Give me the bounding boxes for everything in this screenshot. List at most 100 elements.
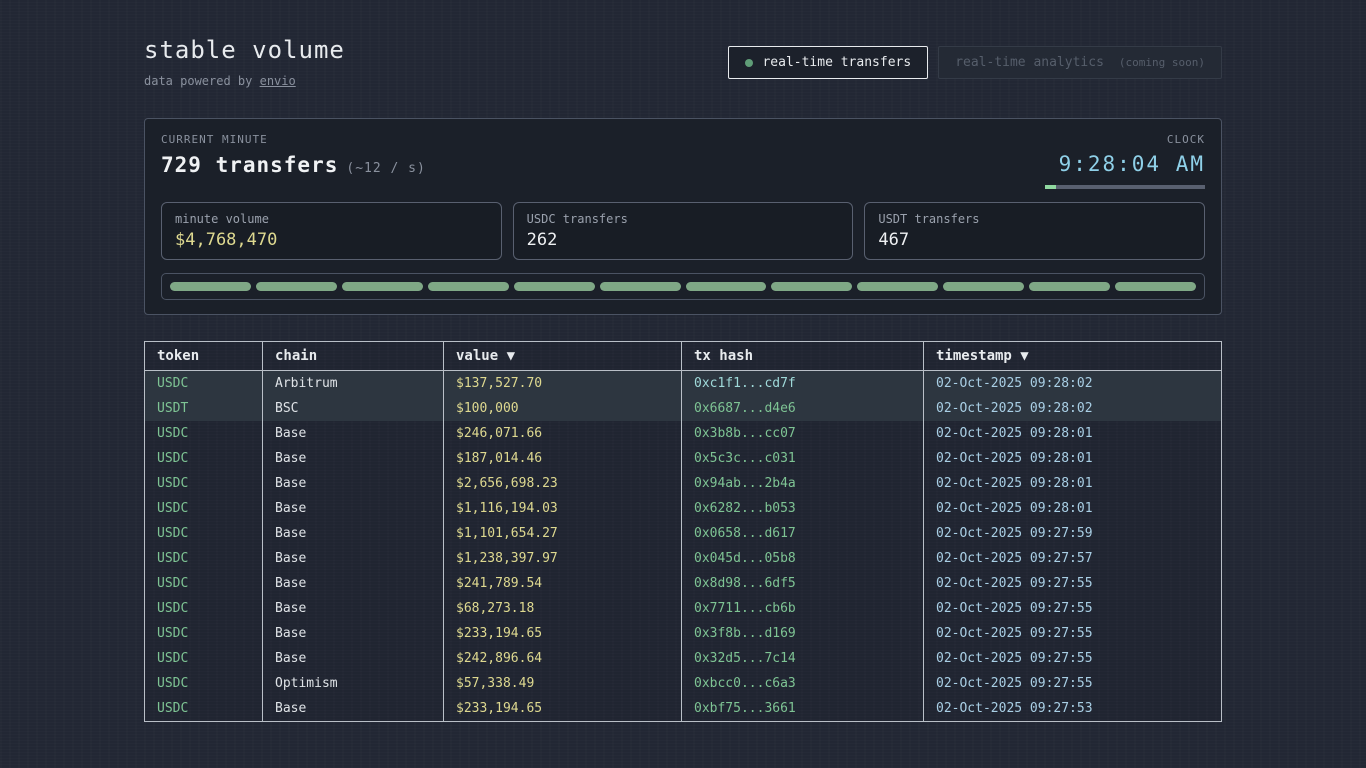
transfers-table: token chain value ▼ tx hash timestamp ▼ … xyxy=(144,341,1222,722)
current-minute-panel: CURRENT MINUTE 729 transfers (~12 / s) C… xyxy=(144,118,1222,315)
minute-segment xyxy=(514,282,595,291)
cell-value: $2,656,698.23 xyxy=(444,471,682,496)
transfer-row: USDCBase$187,014.460x5c3c...c03102-Oct-2… xyxy=(145,446,1222,471)
transfer-row: USDCBase$233,194.650x3f8b...d16902-Oct-2… xyxy=(145,621,1222,646)
transfer-row: USDCOptimism$57,338.490xbcc0...c6a302-Oc… xyxy=(145,671,1222,696)
transfer-row: USDCBase$246,071.660x3b8b...cc0702-Oct-2… xyxy=(145,421,1222,446)
cell-token: USDC xyxy=(145,646,263,671)
minute-segment xyxy=(943,282,1024,291)
cell-token: USDC xyxy=(145,671,263,696)
tx-hash-link[interactable]: 0xbf75...3661 xyxy=(682,696,924,722)
col-header-value-sort[interactable]: value ▼ xyxy=(444,342,682,371)
minute-segment xyxy=(686,282,767,291)
cell-timestamp: 02-Oct-2025 09:28:01 xyxy=(924,471,1222,496)
tab-real-time-analytics[interactable]: real-time analytics (coming soon) xyxy=(938,46,1222,79)
view-tabs: real-time transfers real-time analytics … xyxy=(728,46,1222,79)
tab-label: real-time analytics xyxy=(955,55,1104,70)
cell-timestamp: 02-Oct-2025 09:27:55 xyxy=(924,671,1222,696)
minute-segment xyxy=(771,282,852,291)
transfer-row: USDCBase$1,238,397.970x045d...05b802-Oct… xyxy=(145,546,1222,571)
minute-segment xyxy=(428,282,509,291)
transfer-row: USDCBase$1,116,194.030x6282...b05302-Oct… xyxy=(145,496,1222,521)
cell-chain: Base xyxy=(263,596,444,621)
cell-timestamp: 02-Oct-2025 09:28:02 xyxy=(924,396,1222,421)
cell-chain: Base xyxy=(263,521,444,546)
stat-subcards: minute volume $4,768,470 USDC transfers … xyxy=(161,202,1205,260)
cell-token: USDC xyxy=(145,571,263,596)
tx-hash-link[interactable]: 0x5c3c...c031 xyxy=(682,446,924,471)
tx-hash-link[interactable]: 0xc1f1...cd7f xyxy=(682,371,924,397)
cell-token: USDC xyxy=(145,471,263,496)
cell-chain: Base xyxy=(263,471,444,496)
page-header: stable volume data powered by envio real… xyxy=(144,36,1222,88)
transfer-row: USDCBase$233,194.650xbf75...366102-Oct-2… xyxy=(145,696,1222,722)
cell-timestamp: 02-Oct-2025 09:27:55 xyxy=(924,571,1222,596)
tx-hash-link[interactable]: 0x3f8b...d169 xyxy=(682,621,924,646)
minute-segment xyxy=(1115,282,1196,291)
transfer-row: USDCBase$1,101,654.270x0658...d61702-Oct… xyxy=(145,521,1222,546)
clock-label: CLOCK xyxy=(1045,133,1205,146)
tx-hash-link[interactable]: 0x6282...b053 xyxy=(682,496,924,521)
col-header-timestamp-sort[interactable]: timestamp ▼ xyxy=(924,342,1222,371)
tx-hash-link[interactable]: 0x7711...cb6b xyxy=(682,596,924,621)
cell-chain: Base xyxy=(263,621,444,646)
cell-token: USDC xyxy=(145,446,263,471)
tx-hash-link[interactable]: 0x0658...d617 xyxy=(682,521,924,546)
cell-token: USDC xyxy=(145,521,263,546)
stat-label: minute volume xyxy=(175,212,488,226)
transfers-count: 729 transfers xyxy=(161,153,338,177)
transfer-row: USDCBase$242,896.640x32d5...7c1402-Oct-2… xyxy=(145,646,1222,671)
cell-value: $187,014.46 xyxy=(444,446,682,471)
col-header-tx-hash: tx hash xyxy=(682,342,924,371)
col-header-token: token xyxy=(145,342,263,371)
cell-value: $1,116,194.03 xyxy=(444,496,682,521)
cell-value: $233,194.65 xyxy=(444,696,682,722)
table-header-row: token chain value ▼ tx hash timestamp ▼ xyxy=(145,342,1222,371)
minute-segment xyxy=(600,282,681,291)
cell-timestamp: 02-Oct-2025 09:28:01 xyxy=(924,446,1222,471)
cell-token: USDC xyxy=(145,621,263,646)
cell-chain: Base xyxy=(263,571,444,596)
cell-token: USDC xyxy=(145,496,263,521)
tx-hash-link[interactable]: 0x6687...d4e6 xyxy=(682,396,924,421)
stat-value: $4,768,470 xyxy=(175,230,488,250)
transfer-row: USDCBase$2,656,698.230x94ab...2b4a02-Oct… xyxy=(145,471,1222,496)
stats-top-row: CURRENT MINUTE 729 transfers (~12 / s) C… xyxy=(161,133,1205,189)
cell-timestamp: 02-Oct-2025 09:28:01 xyxy=(924,496,1222,521)
stat-value: 262 xyxy=(527,230,840,250)
tab-label: real-time transfers xyxy=(762,55,911,70)
cell-timestamp: 02-Oct-2025 09:27:55 xyxy=(924,621,1222,646)
cell-timestamp: 02-Oct-2025 09:27:59 xyxy=(924,521,1222,546)
cell-value: $68,273.18 xyxy=(444,596,682,621)
cell-value: $1,101,654.27 xyxy=(444,521,682,546)
stat-label: USDC transfers xyxy=(527,212,840,226)
cell-chain: Base xyxy=(263,696,444,722)
cell-chain: Base xyxy=(263,646,444,671)
minute-progress-fill xyxy=(1045,185,1056,189)
tx-hash-link[interactable]: 0xbcc0...c6a3 xyxy=(682,671,924,696)
cell-timestamp: 02-Oct-2025 09:27:55 xyxy=(924,596,1222,621)
cell-timestamp: 02-Oct-2025 09:27:57 xyxy=(924,546,1222,571)
transfers-rate: (~12 / s) xyxy=(346,161,425,176)
cell-timestamp: 02-Oct-2025 09:28:02 xyxy=(924,371,1222,397)
minute-segment xyxy=(857,282,938,291)
envio-link[interactable]: envio xyxy=(260,74,296,88)
cell-timestamp: 02-Oct-2025 09:28:01 xyxy=(924,421,1222,446)
minute-volume-card: minute volume $4,768,470 xyxy=(161,202,502,260)
transfers-table-body: USDCArbitrum$137,527.700xc1f1...cd7f02-O… xyxy=(145,371,1222,722)
cell-token: USDC xyxy=(145,546,263,571)
tab-real-time-transfers[interactable]: real-time transfers xyxy=(728,46,928,79)
tx-hash-link[interactable]: 0x32d5...7c14 xyxy=(682,646,924,671)
page-title: stable volume xyxy=(144,36,345,64)
tx-hash-link[interactable]: 0x3b8b...cc07 xyxy=(682,421,924,446)
cell-timestamp: 02-Oct-2025 09:27:53 xyxy=(924,696,1222,722)
tx-hash-link[interactable]: 0x045d...05b8 xyxy=(682,546,924,571)
stat-label: USDT transfers xyxy=(878,212,1191,226)
cell-value: $57,338.49 xyxy=(444,671,682,696)
coming-soon-badge: (coming soon) xyxy=(1119,56,1205,69)
tx-hash-link[interactable]: 0x94ab...2b4a xyxy=(682,471,924,496)
cell-chain: Base xyxy=(263,421,444,446)
tx-hash-link[interactable]: 0x8d98...6df5 xyxy=(682,571,924,596)
clock-block: CLOCK 9:28:04 AM xyxy=(1045,133,1205,189)
minute-segment xyxy=(1029,282,1110,291)
